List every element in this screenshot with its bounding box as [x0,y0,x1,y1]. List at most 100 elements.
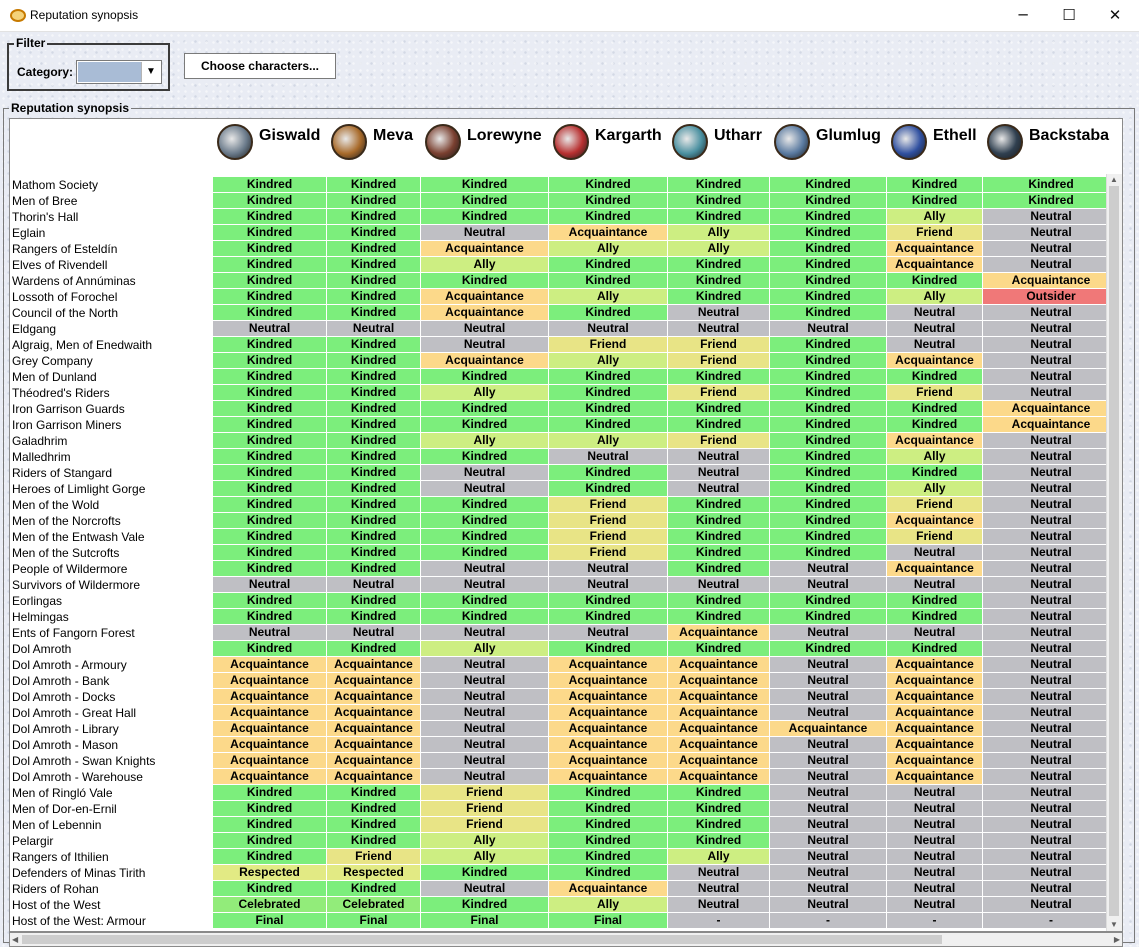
reputation-cell: Kindred [770,369,887,385]
reputation-cell: Kindred [213,209,327,225]
reputation-cell: Kindred [668,833,770,849]
horizontal-scroll-thumb[interactable] [22,935,942,944]
reputation-cell: Kindred [549,257,668,273]
reputation-cell: Kindred [213,609,327,625]
reputation-cell: Acquaintance [327,673,421,689]
reputation-cell: Kindred [770,513,887,529]
close-button[interactable]: ✕ [1092,0,1138,31]
reputation-cell: Acquaintance [549,689,668,705]
reputation-cell: Neutral [770,657,887,673]
faction-name: Men of Dor-en-Ernil [12,802,117,816]
reputation-cell: Neutral [887,833,983,849]
reputation-cell: Neutral [983,241,1120,257]
reputation-cell: Kindred [327,369,421,385]
faction-name: Dol Amroth [12,642,72,656]
table-row: Council of the North Kindred Kindred Acquai… [10,305,1120,321]
reputation-cell: Kindred [549,209,668,225]
faction-name: Iron Garrison Guards [12,402,125,416]
reputation-cell: Neutral [983,689,1120,705]
reputation-cell: Kindred [770,289,887,305]
faction-name: Eorlingas [12,594,63,608]
reputation-cell: Neutral [421,657,549,673]
scroll-left-icon[interactable]: ◀ [12,934,18,946]
reputation-cell: Kindred [668,193,770,209]
table-row: Iron Garrison Miners Kindred Kindred Kindre… [10,417,1120,433]
reputation-cell: Acquaintance [421,305,549,321]
reputation-cell: Neutral [770,561,887,577]
reputation-cell: Acquaintance [549,657,668,673]
reputation-cell: Kindred [213,369,327,385]
faction-name: Heroes of Limlight Gorge [12,482,146,496]
reputation-cell: Final [327,913,421,929]
reputation-cell: Neutral [887,817,983,833]
faction-name: Malledhrim [12,450,71,464]
vertical-scroll-thumb[interactable] [1109,186,1119,916]
faction-name: Men of Ringló Vale [12,786,113,800]
reputation-cell: Ally [668,225,770,241]
reputation-cell: Acquaintance [887,353,983,369]
reputation-cell: Acquaintance [668,721,770,737]
reputation-cell: Neutral [770,897,887,913]
reputation-cell: Kindred [327,465,421,481]
reputation-cell: Kindred [770,385,887,401]
choose-characters-button[interactable]: Choose characters... [184,53,336,79]
reputation-cell: Kindred [770,193,887,209]
reputation-cell: Friend [668,385,770,401]
scroll-up-icon[interactable]: ▲ [1110,174,1118,186]
reputation-cell: Neutral [668,897,770,913]
reputation-cell: Neutral [983,865,1120,881]
minimize-button[interactable]: ─ [1000,0,1046,31]
reputation-cell: Kindred [887,177,983,193]
reputation-cell: Neutral [983,705,1120,721]
reputation-cell: Neutral [983,353,1120,369]
reputation-cell: Kindred [327,801,421,817]
reputation-cell: Acquaintance [213,689,327,705]
reputation-cell: Respected [327,865,421,881]
reputation-cell: Neutral [983,465,1120,481]
reputation-cell: Acquaintance [421,353,549,369]
reputation-cell: Kindred [887,641,983,657]
reputation-cell: Kindred [421,865,549,881]
reputation-cell: Acquaintance [327,737,421,753]
reputation-cell: Neutral [668,465,770,481]
reputation-cell: Neutral [983,321,1120,337]
reputation-cell: Kindred [770,417,887,433]
reputation-cell: Friend [421,801,549,817]
reputation-cell: Kindred [770,465,887,481]
reputation-cell: Neutral [421,721,549,737]
reputation-cell: Neutral [983,481,1120,497]
category-dropdown[interactable]: ▼ [76,60,162,84]
reputation-cell: Friend [549,497,668,513]
character-name: Meva [373,127,414,144]
reputation-cell: Friend [668,337,770,353]
reputation-cell: Friend [421,785,549,801]
reputation-cell: Kindred [327,385,421,401]
reputation-cell: Ally [421,849,549,865]
reputation-cell: Kindred [421,593,549,609]
scroll-right-icon[interactable]: ▶ [1114,934,1120,946]
reputation-cell: Kindred [549,273,668,289]
reputation-cell: Neutral [887,305,983,321]
faction-name: Dol Amroth - Swan Knights [12,754,156,768]
horizontal-scrollbar[interactable]: ◀ ▶ [9,932,1123,947]
maximize-button[interactable]: ☐ [1046,0,1092,31]
reputation-cell: Friend [549,529,668,545]
reputation-cell: Kindred [668,785,770,801]
table-row: Algraig, Men of Enedwaith Kindred Kindred N… [10,337,1120,353]
vertical-scrollbar[interactable]: ▲ ▼ [1106,174,1122,931]
chevron-down-icon[interactable]: ▼ [141,62,160,82]
reputation-cell: Kindred [327,417,421,433]
reputation-cell: Kindred [887,609,983,625]
reputation-cell: Neutral [421,465,549,481]
reputation-cell: Neutral [983,385,1120,401]
reputation-cell: Kindred [668,209,770,225]
character-avatar [672,124,708,160]
reputation-cell: Neutral [770,689,887,705]
reputation-cell: Neutral [213,321,327,337]
scroll-down-icon[interactable]: ▼ [1110,919,1118,931]
reputation-cell: Kindred [421,497,549,513]
reputation-cell: Kindred [770,273,887,289]
reputation-cell: Neutral [421,737,549,753]
reputation-cell: Kindred [327,609,421,625]
character-header: Lorewyne [421,119,548,176]
